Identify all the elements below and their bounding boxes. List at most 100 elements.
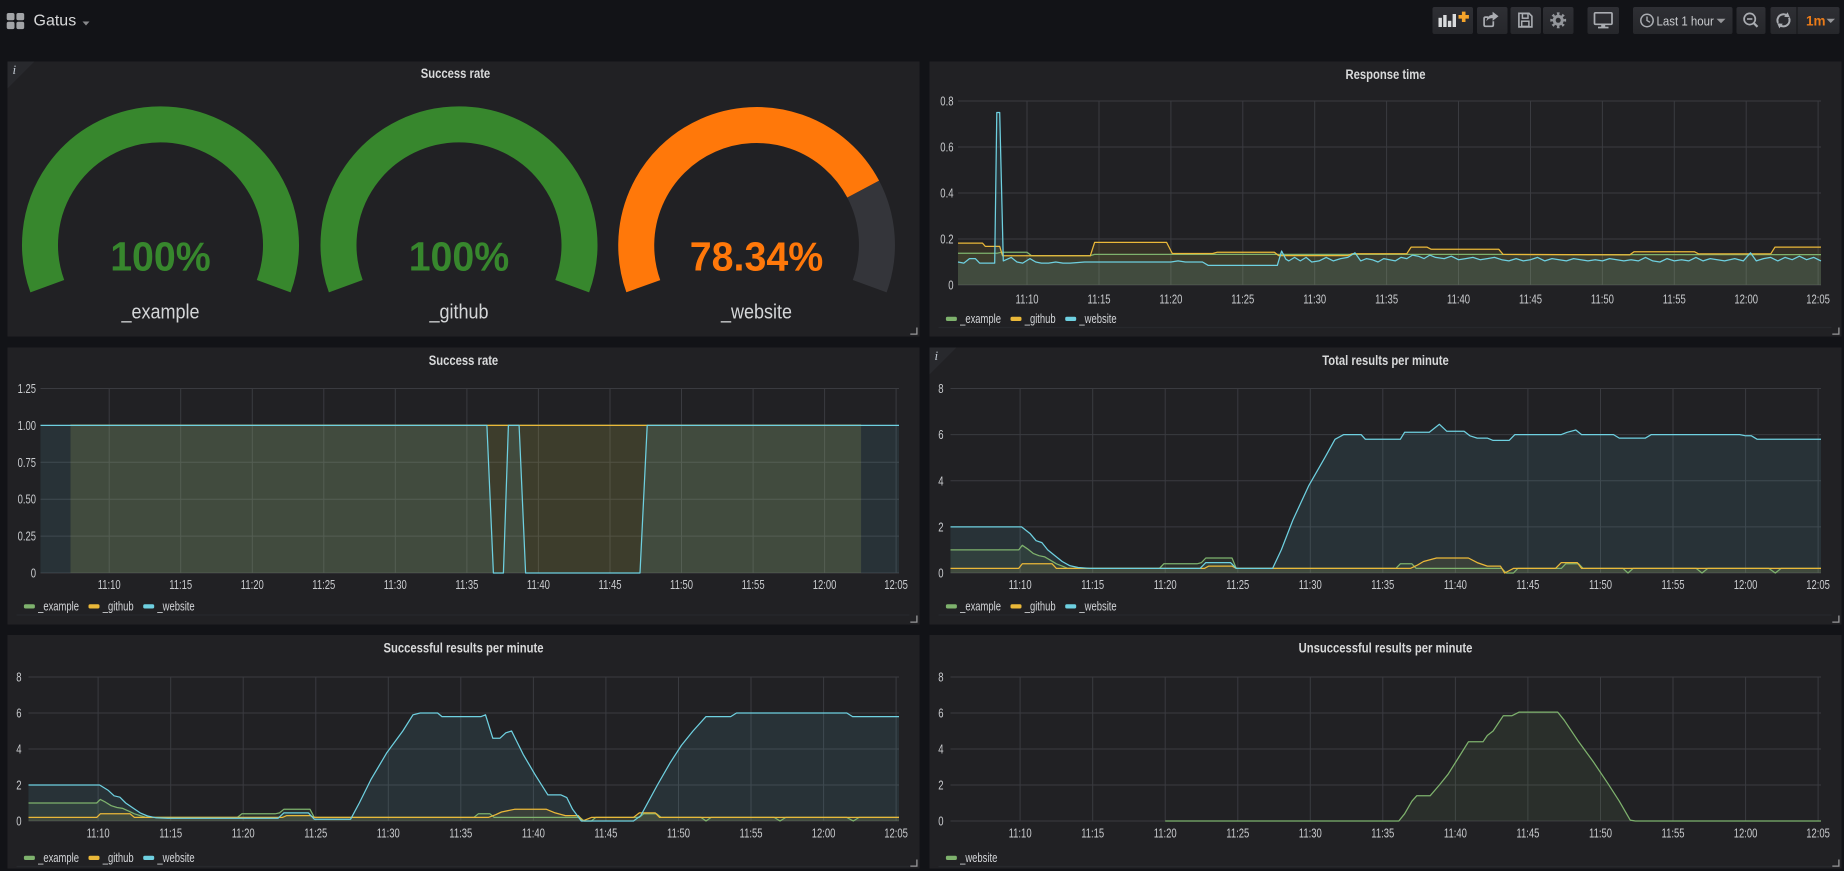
svg-text:11:30: 11:30 xyxy=(384,577,407,592)
svg-text:2: 2 xyxy=(938,519,943,534)
svg-text:11:10: 11:10 xyxy=(98,577,121,592)
svg-text:4: 4 xyxy=(938,473,943,488)
svg-text:0.50: 0.50 xyxy=(18,492,36,507)
svg-text:_github: _github xyxy=(1024,312,1056,326)
svg-text:11:30: 11:30 xyxy=(377,826,400,841)
svg-text:11:15: 11:15 xyxy=(169,577,192,592)
svg-text:11:45: 11:45 xyxy=(1519,292,1542,307)
svg-text:8: 8 xyxy=(938,381,943,396)
svg-text:11:15: 11:15 xyxy=(1088,292,1111,307)
svg-text:11:20: 11:20 xyxy=(232,826,255,841)
svg-text:Response time: Response time xyxy=(1346,67,1426,82)
svg-text:11:30: 11:30 xyxy=(1303,292,1326,307)
svg-text:0.6: 0.6 xyxy=(940,140,953,155)
svg-text:11:35: 11:35 xyxy=(1371,826,1394,841)
svg-text:8: 8 xyxy=(16,670,21,685)
svg-text:0.4: 0.4 xyxy=(940,186,953,201)
svg-text:11:40: 11:40 xyxy=(1444,577,1467,592)
svg-text:4: 4 xyxy=(16,742,21,757)
svg-text:11:25: 11:25 xyxy=(312,577,335,592)
svg-text:12:00: 12:00 xyxy=(812,826,836,841)
svg-text:_github: _github xyxy=(102,851,134,865)
svg-text:0: 0 xyxy=(938,814,943,829)
svg-text:11:40: 11:40 xyxy=(1444,826,1467,841)
svg-text:6: 6 xyxy=(938,706,943,721)
svg-text:11:10: 11:10 xyxy=(1009,577,1032,592)
svg-text:11:50: 11:50 xyxy=(1589,826,1612,841)
svg-text:11:10: 11:10 xyxy=(1009,826,1032,841)
svg-text:11:45: 11:45 xyxy=(1516,577,1539,592)
svg-text:Total results per minute: Total results per minute xyxy=(1322,353,1449,368)
svg-text:12:00: 12:00 xyxy=(1734,292,1758,307)
svg-text:100%: 100% xyxy=(409,234,510,280)
svg-text:11:10: 11:10 xyxy=(1016,292,1039,307)
svg-text:0.2: 0.2 xyxy=(940,232,953,247)
svg-text:8: 8 xyxy=(938,670,943,685)
svg-text:12:05: 12:05 xyxy=(1806,577,1830,592)
svg-text:11:25: 11:25 xyxy=(304,826,327,841)
svg-text:11:55: 11:55 xyxy=(1663,292,1686,307)
svg-text:11:50: 11:50 xyxy=(670,577,693,592)
svg-text:11:50: 11:50 xyxy=(1591,292,1614,307)
svg-text:_github: _github xyxy=(102,600,134,614)
svg-text:11:55: 11:55 xyxy=(742,577,765,592)
svg-text:12:00: 12:00 xyxy=(813,577,837,592)
svg-text:0: 0 xyxy=(16,814,21,829)
svg-text:6: 6 xyxy=(938,427,943,442)
svg-text:11:40: 11:40 xyxy=(527,577,550,592)
svg-text:11:20: 11:20 xyxy=(1159,292,1182,307)
svg-text:11:35: 11:35 xyxy=(449,826,472,841)
svg-text:100%: 100% xyxy=(110,234,211,280)
svg-text:11:55: 11:55 xyxy=(740,826,763,841)
svg-text:11:35: 11:35 xyxy=(455,577,478,592)
svg-text:Success rate: Success rate xyxy=(429,353,498,368)
svg-text:11:55: 11:55 xyxy=(1662,577,1685,592)
svg-text:0: 0 xyxy=(31,566,36,581)
svg-text:_example: _example xyxy=(959,312,1001,326)
svg-text:11:50: 11:50 xyxy=(1589,577,1612,592)
svg-text:1.00: 1.00 xyxy=(18,418,36,433)
svg-text:0.25: 0.25 xyxy=(18,529,36,544)
svg-text:Unsuccessful results per minut: Unsuccessful results per minute xyxy=(1299,641,1473,656)
svg-text:1m: 1m xyxy=(1806,13,1826,28)
svg-text:11:20: 11:20 xyxy=(241,577,264,592)
svg-text:11:20: 11:20 xyxy=(1154,826,1177,841)
svg-text:11:45: 11:45 xyxy=(594,826,617,841)
svg-text:12:05: 12:05 xyxy=(884,826,908,841)
svg-text:6: 6 xyxy=(16,706,21,721)
svg-text:12:05: 12:05 xyxy=(1806,826,1830,841)
svg-text:_website: _website xyxy=(157,851,195,865)
svg-text:_website: _website xyxy=(959,851,997,865)
svg-text:_website: _website xyxy=(157,600,195,614)
svg-text:0: 0 xyxy=(948,278,953,293)
svg-text:11:15: 11:15 xyxy=(1081,577,1104,592)
svg-text:11:15: 11:15 xyxy=(159,826,182,841)
svg-text:11:25: 11:25 xyxy=(1231,292,1254,307)
svg-text:_example: _example xyxy=(121,302,200,324)
svg-text:11:10: 11:10 xyxy=(87,826,110,841)
svg-text:i: i xyxy=(13,62,17,77)
svg-text:11:40: 11:40 xyxy=(1447,292,1470,307)
svg-text:12:05: 12:05 xyxy=(1806,292,1830,307)
svg-text:_website: _website xyxy=(1079,600,1117,614)
svg-text:i: i xyxy=(935,348,939,363)
svg-text:_example: _example xyxy=(37,600,79,614)
svg-text:_example: _example xyxy=(959,600,1001,614)
svg-text:78.34%: 78.34% xyxy=(690,234,824,280)
svg-text:12:00: 12:00 xyxy=(1734,577,1758,592)
svg-text:2: 2 xyxy=(938,778,943,793)
svg-text:11:25: 11:25 xyxy=(1226,826,1249,841)
svg-text:11:30: 11:30 xyxy=(1299,826,1322,841)
svg-text:0: 0 xyxy=(938,566,943,581)
svg-text:11:35: 11:35 xyxy=(1371,577,1394,592)
svg-text:Gatus: Gatus xyxy=(34,13,77,30)
svg-text:Last 1 hour: Last 1 hour xyxy=(1657,13,1715,28)
svg-text:11:55: 11:55 xyxy=(1662,826,1685,841)
svg-text:11:45: 11:45 xyxy=(599,577,622,592)
svg-text:11:40: 11:40 xyxy=(522,826,545,841)
svg-text:Successful results per minute: Successful results per minute xyxy=(384,641,544,656)
svg-text:_example: _example xyxy=(37,851,79,865)
svg-text:_website: _website xyxy=(1079,312,1117,326)
svg-text:4: 4 xyxy=(938,742,943,757)
svg-text:Success rate: Success rate xyxy=(421,66,490,81)
